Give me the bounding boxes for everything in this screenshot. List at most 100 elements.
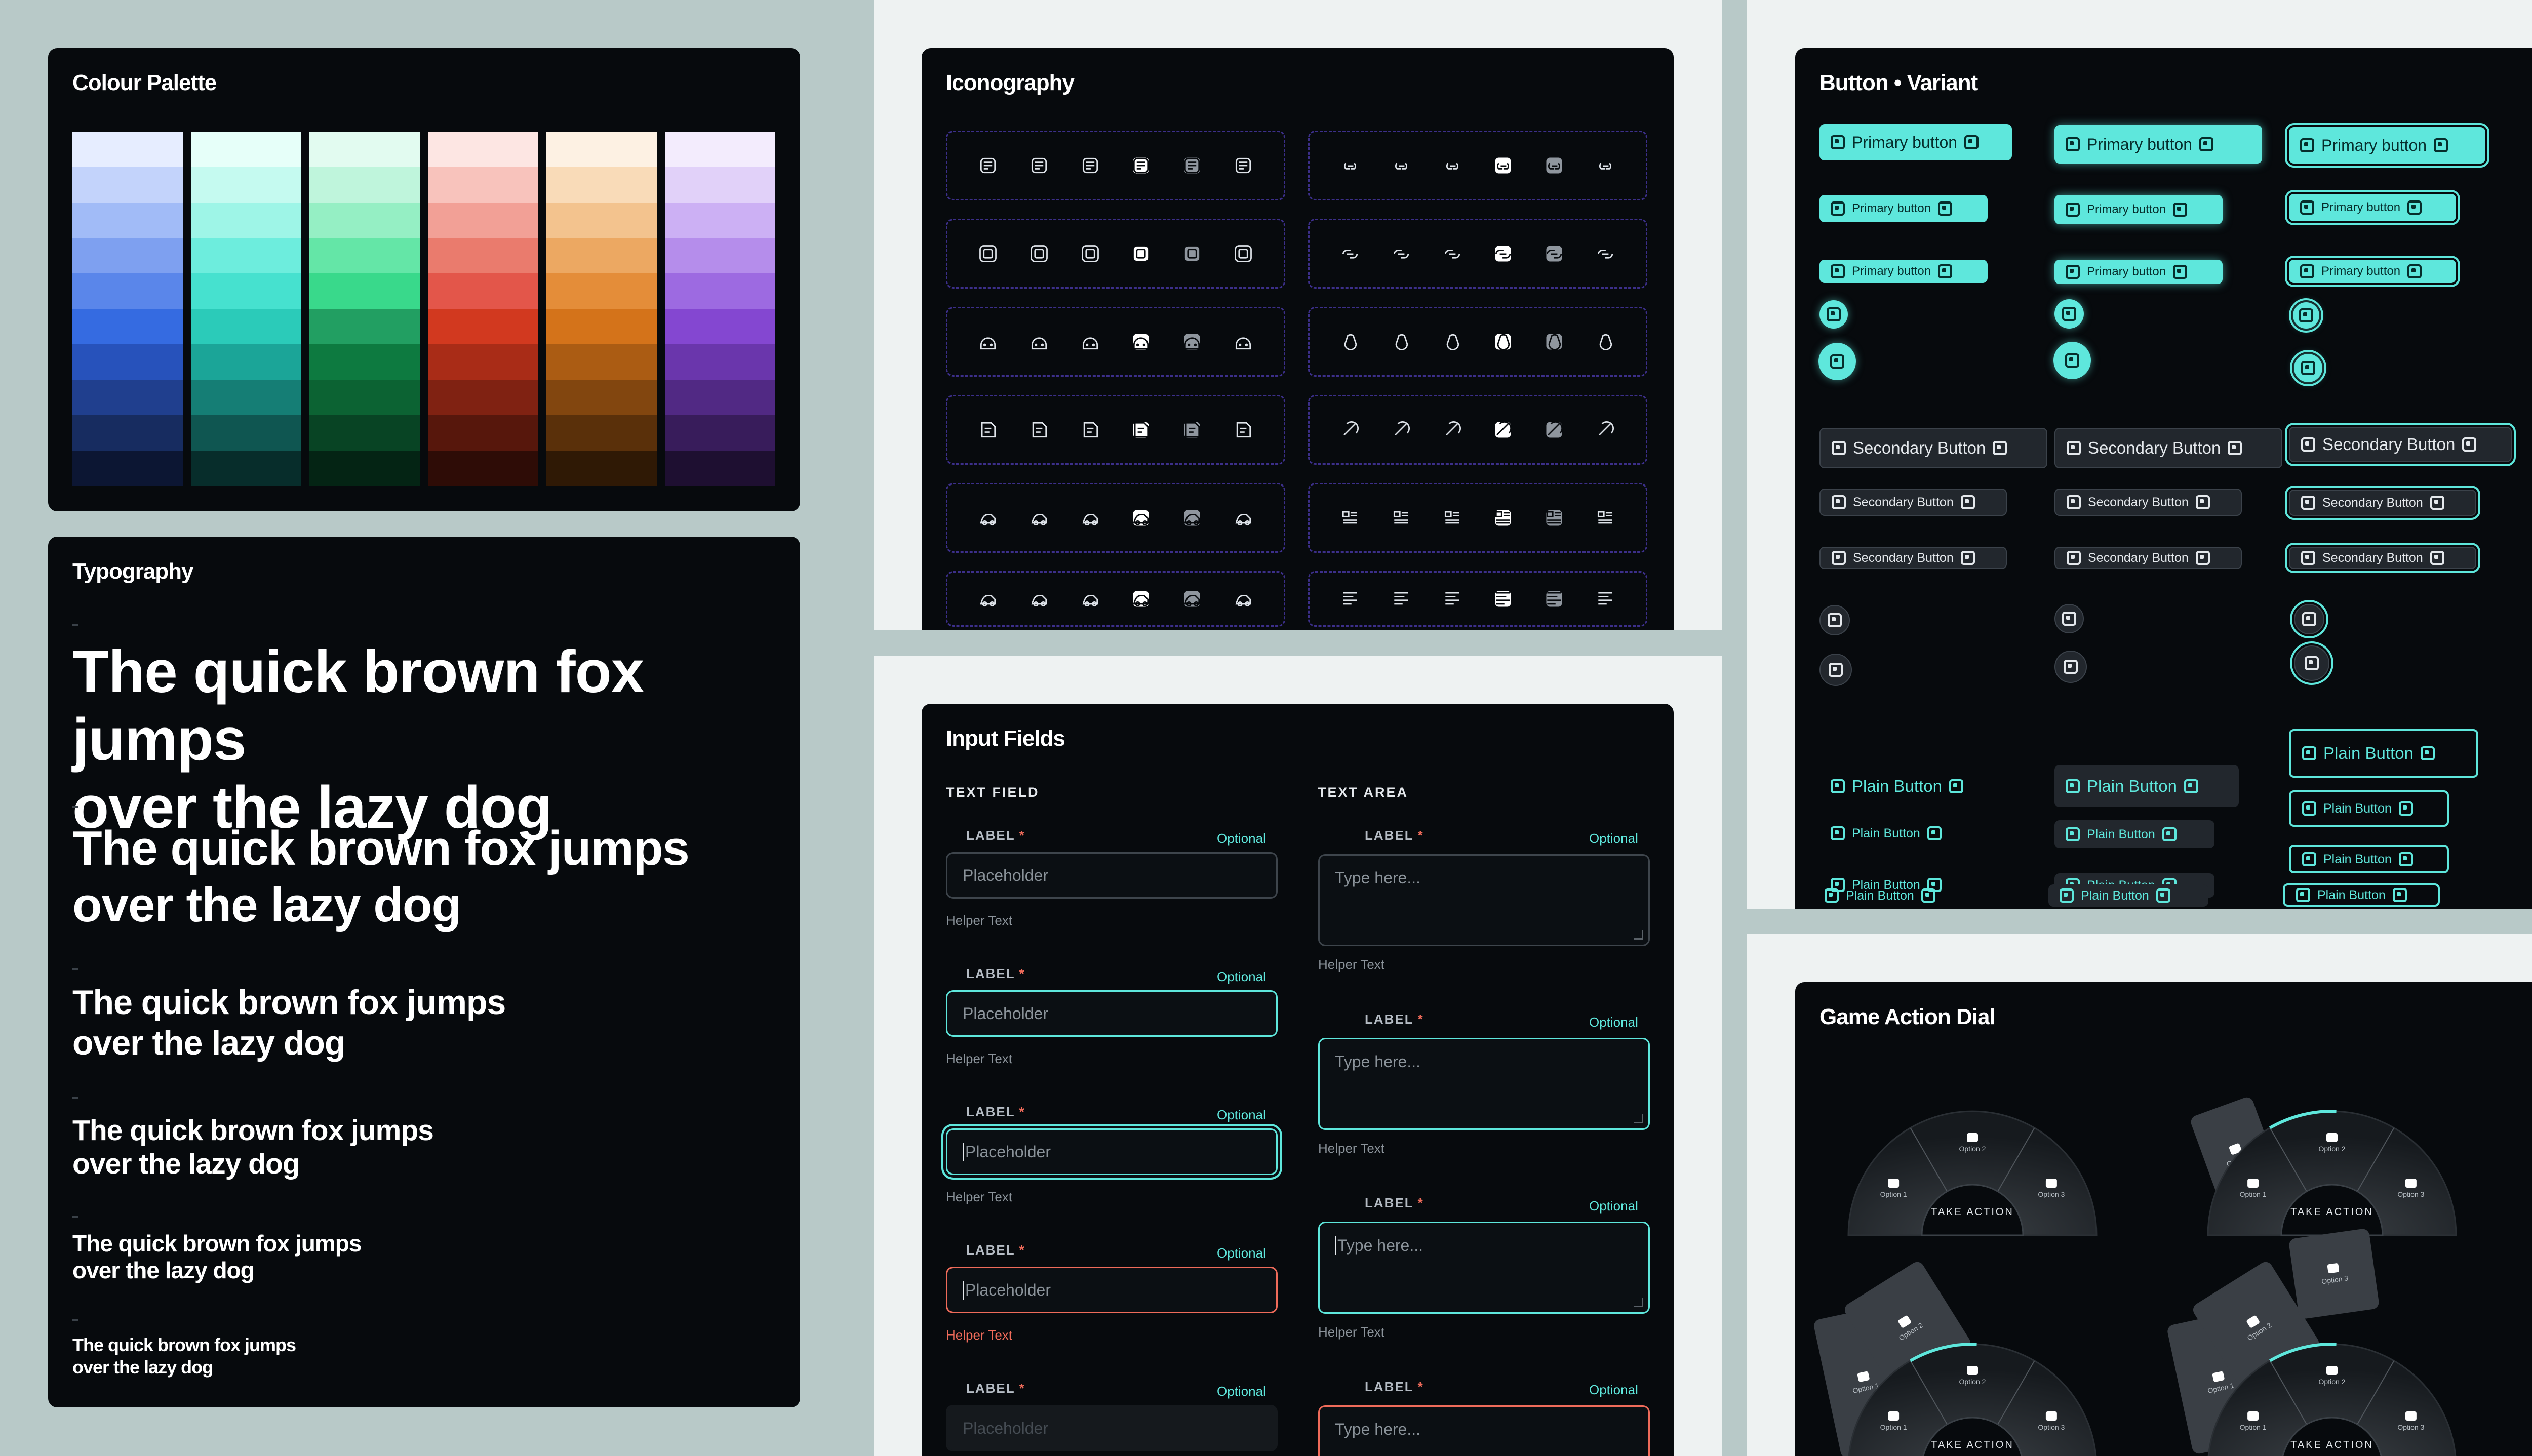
resize-grip-icon[interactable]	[1634, 930, 1643, 940]
image-icon	[1827, 307, 1841, 321]
primary-icon-button[interactable]	[2289, 298, 2323, 333]
secondary-button[interactable]: Secondary Button	[2285, 486, 2480, 520]
primary-button[interactable]: Primary button	[2054, 195, 2223, 224]
secondary-icon-button[interactable]	[2054, 604, 2084, 633]
text-field-section-label: TEXT FIELD	[946, 785, 1040, 800]
palette-swatch	[665, 167, 775, 203]
button-label: Plain Button	[1846, 888, 1914, 903]
palette-swatch	[191, 380, 301, 415]
image-icon	[2300, 138, 2314, 152]
palette-swatch	[191, 167, 301, 203]
optional-tag: Optional	[1589, 1382, 1638, 1397]
primary-button[interactable]: Primary button	[1819, 124, 2012, 160]
image-icon	[2392, 888, 2407, 902]
action-dial[interactable]: Option 1 Option 2 Option 3 TAKE ACTION	[2155, 1291, 2509, 1456]
secondary-button[interactable]: Secondary Button	[2285, 423, 2516, 466]
field-label-text: LABEL	[966, 966, 1015, 981]
field-label-text: LABEL	[1365, 1195, 1414, 1210]
palette-swatch	[546, 344, 657, 380]
text-input[interactable]: Placeholder	[946, 1128, 1278, 1175]
palette-swatch	[428, 344, 538, 380]
message-icon	[2045, 1179, 2057, 1188]
resize-grip-icon[interactable]	[1634, 1114, 1643, 1123]
palette-swatch	[665, 203, 775, 238]
primary-icon-button[interactable]	[2053, 342, 2091, 379]
text-area[interactable]: Type here...	[1318, 854, 1650, 946]
glyph-icon	[1183, 245, 1201, 262]
secondary-button[interactable]: Secondary Button	[2054, 489, 2242, 516]
plain-button[interactable]: Plain Button	[1813, 884, 1970, 907]
palette-swatch	[191, 344, 301, 380]
icon-set-row	[1308, 219, 1647, 289]
secondary-button[interactable]: Secondary Button	[1819, 428, 2047, 468]
primary-button[interactable]: Primary button	[1819, 260, 1988, 283]
text-input[interactable]: Placeholder	[946, 990, 1278, 1037]
primary-icon-button[interactable]	[1819, 300, 1848, 329]
primary-button[interactable]: Primary button	[1819, 195, 1988, 222]
action-dial[interactable]: Option 1 Option 2 Option 3 TAKE ACTION	[1795, 1291, 2150, 1456]
action-dial[interactable]: Option 1 Option 2 Option 3 TAKE ACTION	[2155, 1058, 2509, 1240]
plain-button[interactable]: Plain Button	[2289, 845, 2449, 873]
primary-button[interactable]: Primary button	[2285, 256, 2460, 287]
palette-swatch	[428, 451, 538, 486]
secondary-button[interactable]: Secondary Button	[2285, 543, 2480, 573]
secondary-icon-button[interactable]	[1819, 605, 1850, 635]
field-label-text: LABEL	[966, 1242, 1015, 1258]
field-label: LABEL *	[966, 828, 1025, 843]
text-area[interactable]: Type here...	[1318, 1222, 1650, 1314]
secondary-button[interactable]: Secondary Button	[2054, 428, 2282, 468]
plain-button[interactable]: Plain Button	[2289, 729, 2478, 778]
secondary-button[interactable]: Secondary Button	[1819, 547, 2007, 569]
glyph-icon	[1184, 334, 1200, 350]
primary-button[interactable]: Primary button	[2054, 125, 2262, 164]
button-label: Primary button	[1852, 264, 1931, 278]
plain-button[interactable]: Plain Button	[2054, 820, 2214, 848]
plain-button[interactable]: Plain Button	[2048, 884, 2208, 907]
secondary-icon-button[interactable]	[2290, 600, 2328, 638]
helper-text: Helper Text	[1318, 957, 1385, 972]
text-input[interactable]: Placeholder	[946, 1405, 1278, 1451]
secondary-icon-button[interactable]	[2290, 641, 2333, 685]
button-label: Primary button	[2087, 203, 2166, 216]
primary-icon-button[interactable]	[1818, 343, 1856, 380]
image-icon	[2398, 852, 2413, 866]
text-area[interactable]: Type here...	[1318, 1405, 1650, 1456]
resize-grip-icon[interactable]	[1634, 1298, 1643, 1307]
text-area[interactable]: Type here...	[1318, 1038, 1650, 1130]
field-label-text: LABEL	[966, 828, 1015, 843]
secondary-button[interactable]: Secondary Button	[2054, 547, 2242, 569]
image-icon	[1960, 495, 1975, 509]
glyph-icon	[1031, 337, 1047, 350]
image-icon	[2065, 353, 2079, 368]
plain-button[interactable]: Plain Button	[1819, 820, 1976, 846]
secondary-icon-button[interactable]	[1819, 654, 1852, 686]
plain-button[interactable]: Plain Button	[2283, 883, 2440, 907]
palette-swatch	[546, 203, 657, 238]
image-icon	[1960, 551, 1975, 565]
type-sample-h2-line1: The quick brown fox jumps	[72, 821, 690, 875]
palette-swatch	[191, 203, 301, 238]
game-action-dial-title: Game Action Dial	[1819, 1004, 1996, 1029]
button-label: Plain Button	[2323, 744, 2414, 762]
primary-button[interactable]: Primary button	[2054, 260, 2223, 284]
glyph-icon	[980, 514, 996, 526]
link-icon	[1546, 334, 1562, 350]
button-label: Primary button	[2321, 200, 2401, 214]
message-icon	[1888, 1411, 1900, 1421]
button-label: Plain Button	[2081, 888, 2149, 903]
secondary-icon-button[interactable]	[2054, 651, 2087, 683]
action-dial[interactable]: Option 1 Option 2 Option 3 TAKE ACTION	[1795, 1058, 2150, 1240]
plain-button[interactable]: Plain Button	[2054, 765, 2239, 807]
primary-icon-button[interactable]	[2290, 350, 2326, 386]
palette-swatch	[309, 132, 420, 167]
primary-button[interactable]: Primary button	[2285, 123, 2489, 168]
plain-button[interactable]: Plain Button	[1819, 767, 1997, 805]
primary-icon-button[interactable]	[2054, 299, 2084, 329]
secondary-button[interactable]: Secondary Button	[1819, 489, 2007, 516]
primary-button[interactable]: Primary button	[2285, 190, 2460, 225]
image-icon	[2066, 203, 2080, 217]
image-icon	[1831, 779, 1845, 793]
text-input[interactable]: Placeholder	[946, 1267, 1278, 1313]
text-input[interactable]: Placeholder	[946, 852, 1278, 899]
plain-button[interactable]: Plain Button	[2289, 790, 2449, 827]
